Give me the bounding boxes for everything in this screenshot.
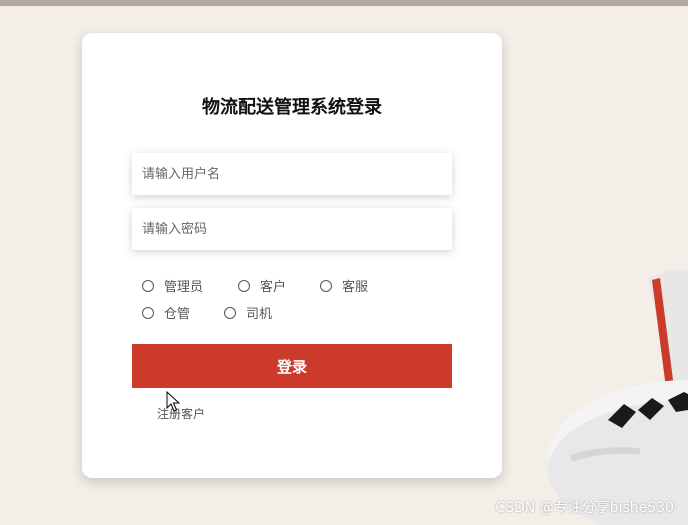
username-input[interactable]	[132, 153, 452, 195]
page-title: 物流配送管理系统登录	[202, 97, 382, 118]
mouse-cursor-icon	[166, 391, 180, 412]
role-label-admin: 管理员	[164, 280, 204, 295]
radio-button[interactable]	[142, 306, 154, 319]
password-input[interactable]	[132, 208, 452, 250]
role-option-customer[interactable]: 客户	[238, 276, 286, 295]
role-option-service[interactable]: 客服	[320, 276, 368, 295]
role-label-warehouse: 仓管	[164, 307, 191, 322]
radio-button[interactable]	[224, 306, 236, 319]
top-band	[0, 0, 688, 6]
login-button[interactable]: 登录	[132, 344, 452, 388]
radio-button[interactable]	[142, 279, 154, 292]
airplane-image	[548, 270, 688, 525]
radio-button[interactable]	[238, 279, 250, 292]
watermark-text: CSDN @专注分享bishe530	[495, 500, 674, 516]
register-customer-link[interactable]: 注册客户	[157, 405, 205, 422]
role-label-driver: 司机	[246, 307, 273, 322]
role-label-service: 客服	[342, 280, 369, 295]
radio-button[interactable]	[320, 279, 332, 292]
role-label-customer: 客户	[260, 280, 287, 295]
login-card: 物流配送管理系统登录 管理员 客户 客服 仓管 司机 登录 注册客户	[82, 33, 502, 478]
role-option-admin[interactable]: 管理员	[142, 276, 203, 295]
role-option-warehouse[interactable]: 仓管	[142, 303, 190, 322]
role-option-driver[interactable]: 司机	[224, 303, 272, 322]
